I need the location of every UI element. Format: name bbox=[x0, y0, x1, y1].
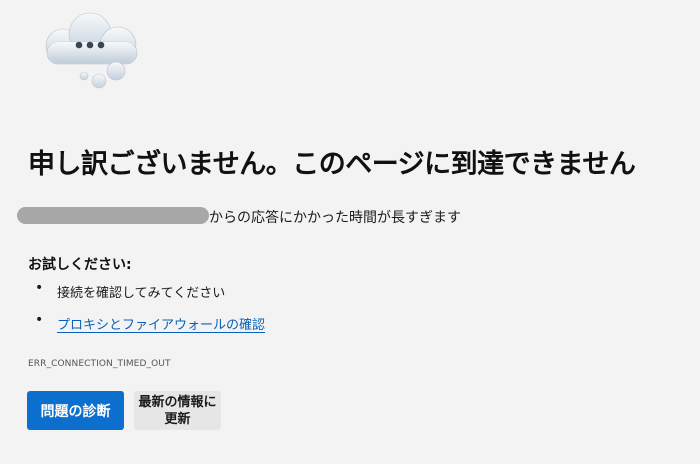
refresh-button[interactable]: 最新の情報に更新 bbox=[134, 391, 221, 430]
diagnose-button[interactable]: 問題の診断 bbox=[27, 391, 124, 430]
suggestions-heading: お試しください: bbox=[28, 257, 132, 273]
redacted-site-address bbox=[17, 207, 209, 224]
error-title: 申し訳ございません。このページに到達できません bbox=[28, 149, 636, 180]
check-proxy-firewall-link[interactable]: プロキシとファイアウォールの確認 bbox=[57, 318, 265, 333]
error-detail: からの応答にかかった時間が長すぎます bbox=[209, 210, 461, 226]
error-code: ERR_CONNECTION_TIMED_OUT bbox=[28, 359, 171, 369]
suggestion-item: • 接続を確認してみてください bbox=[30, 280, 265, 301]
bullet-icon: • bbox=[35, 312, 44, 328]
error-page: 申し訳ございません。このページに到達できません からの応答にかかった時間が長すぎ… bbox=[0, 0, 700, 464]
suggestion-item: • プロキシとファイアウォールの確認 bbox=[30, 312, 265, 333]
cloud-ellipsis-icon bbox=[45, 12, 138, 89]
suggestions-list: • 接続を確認してみてください • プロキシとファイアウォールの確認 bbox=[30, 280, 265, 346]
suggestion-check-connection: 接続を確認してみてください bbox=[57, 286, 226, 301]
bullet-icon: • bbox=[35, 280, 44, 296]
